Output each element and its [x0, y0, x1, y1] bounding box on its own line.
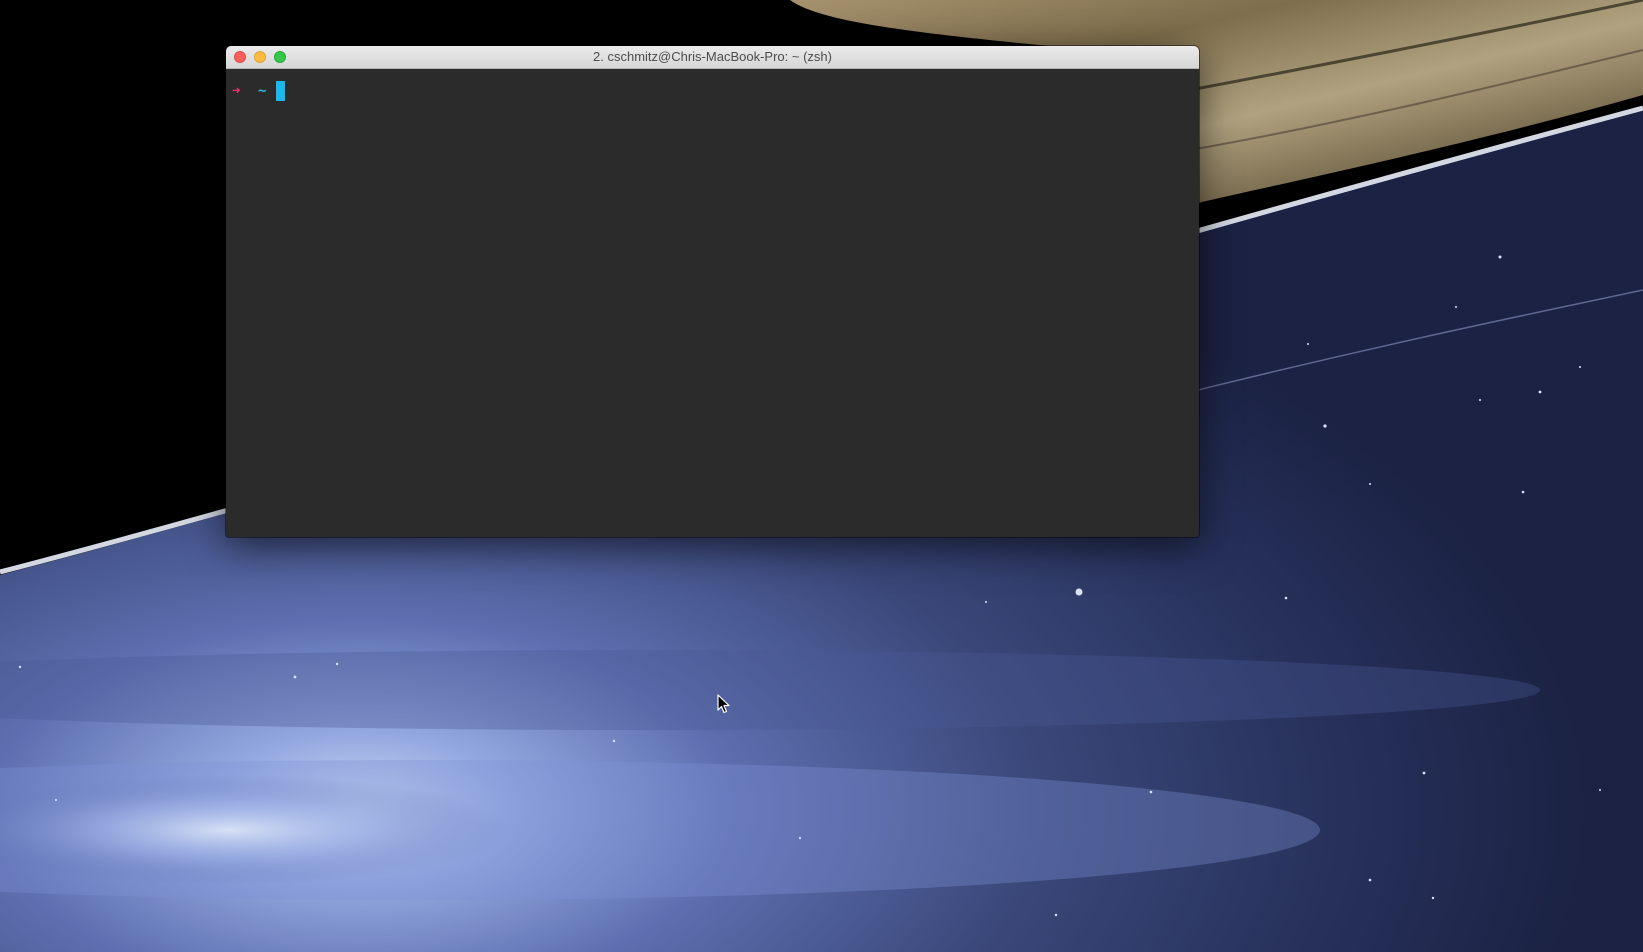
prompt-directory: ~: [258, 83, 267, 99]
window-titlebar[interactable]: 2. cschmitz@Chris-MacBook-Pro: ~ (zsh): [226, 46, 1199, 69]
text-cursor: [276, 81, 285, 101]
terminal-window[interactable]: 2. cschmitz@Chris-MacBook-Pro: ~ (zsh) ➜…: [226, 46, 1199, 537]
mouse-pointer-icon: [717, 694, 730, 714]
desktop: 2. cschmitz@Chris-MacBook-Pro: ~ (zsh) ➜…: [0, 0, 1643, 952]
window-title: 2. cschmitz@Chris-MacBook-Pro: ~ (zsh): [593, 49, 832, 64]
prompt-arrow-icon: ➜: [232, 83, 241, 99]
prompt-line: ➜ ~: [232, 81, 1193, 101]
terminal-content[interactable]: ➜ ~: [226, 69, 1199, 113]
